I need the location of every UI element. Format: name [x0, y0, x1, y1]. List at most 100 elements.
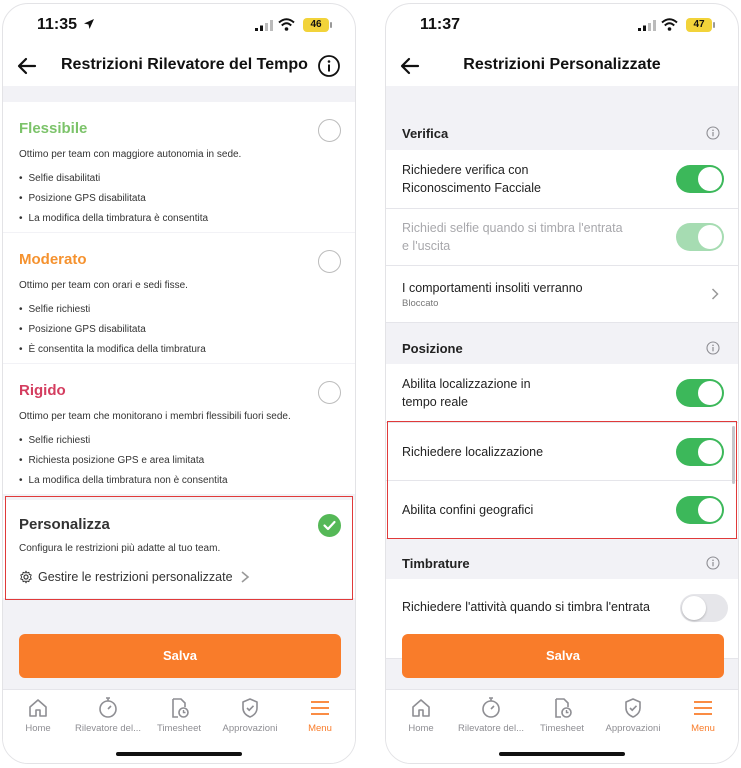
save-button[interactable]: Salva: [19, 634, 341, 678]
manage-custom-restrictions-link[interactable]: Gestire le restrizioni personalizzate: [19, 570, 251, 584]
left-screen: 11:35 46 Restrizioni Rilevatore del Temp…: [2, 3, 356, 764]
radio-moderato[interactable]: [318, 250, 341, 273]
hamburger-menu-icon: [311, 701, 329, 715]
tab-approvals[interactable]: Approvazioni: [215, 696, 285, 734]
info-icon[interactable]: [317, 54, 341, 78]
checkmark-icon: [323, 520, 336, 531]
selfie-toggle[interactable]: [676, 223, 724, 251]
nav-bar: Restrizioni Rilevatore del Tempo: [3, 46, 355, 86]
status-time: 11:35: [37, 16, 78, 33]
option-title: Flessibile: [19, 120, 88, 137]
bullet-item: È consentita la modifica della timbratur…: [19, 340, 206, 360]
status-bar: 11:37 47: [386, 4, 738, 46]
tab-approvals[interactable]: Approvazioni: [598, 696, 668, 734]
tab-timesheet[interactable]: Timesheet: [144, 696, 214, 734]
battery-icon: 47: [686, 18, 712, 32]
option-title: Rigido: [19, 382, 66, 399]
section-title: Timbrature: [402, 556, 470, 571]
hamburger-menu-icon: [694, 701, 712, 715]
toggle-knob: [698, 167, 722, 191]
option-moderato[interactable]: Moderato Ottimo per team con orari e sed…: [3, 233, 355, 363]
info-icon[interactable]: [706, 341, 720, 355]
status-bar: 11:35 46: [3, 4, 355, 46]
tab-label: Home: [408, 723, 434, 734]
bullet-item: Selfie richiesti: [19, 431, 228, 451]
tab-menu[interactable]: Menu: [285, 696, 355, 734]
radio-personalizza-checked[interactable]: [318, 514, 341, 537]
stopwatch-icon: [99, 697, 117, 718]
realtime-location-toggle[interactable]: [676, 379, 724, 407]
section-posizione: Posizione: [386, 327, 738, 367]
row-unusual-behavior[interactable]: I comportamenti insoliti verranno Blocca…: [386, 266, 738, 323]
option-rigido[interactable]: Rigido Ottimo per team che monitorano i …: [3, 364, 355, 494]
manage-link-label: Gestire le restrizioni personalizzate: [38, 570, 233, 584]
gear-icon: [20, 570, 32, 584]
chevron-right-icon: [241, 571, 249, 583]
toggle-knob: [698, 225, 722, 249]
wifi-icon: [661, 18, 678, 31]
timesheet-icon: [172, 698, 189, 718]
tab-time-tracker[interactable]: Rilevatore del...: [73, 696, 143, 734]
geofence-toggle[interactable]: [676, 496, 724, 524]
tab-bar: Home Rilevatore del... Timesheet Approva…: [3, 689, 355, 763]
battery-tip: [330, 22, 332, 28]
option-flessibile[interactable]: Flessibile Ottimo per team con maggiore …: [3, 102, 355, 232]
tab-label: Approvazioni: [605, 723, 661, 734]
section-timbrature: Timbrature: [386, 542, 738, 582]
cellular-signal-icon: [638, 20, 656, 31]
tab-label: Menu: [308, 723, 332, 734]
radio-flessibile[interactable]: [318, 119, 341, 142]
toggle-knob: [682, 596, 706, 620]
row-selfie-required: Richiedi selfie quando si timbra l'entra…: [386, 209, 738, 266]
info-icon[interactable]: [706, 126, 720, 140]
option-personalizza[interactable]: Personalizza Configura le restrizioni pi…: [3, 500, 355, 598]
activity-toggle[interactable]: [680, 594, 728, 622]
timesheet-icon: [555, 698, 572, 718]
toggle-knob: [698, 381, 722, 405]
require-location-toggle[interactable]: [676, 438, 724, 466]
save-button[interactable]: Salva: [402, 634, 724, 678]
row-realtime-location: Abilita localizzazione in tempo reale: [386, 364, 738, 423]
custom-restrictions-list: Verifica Richiedere verifica con Riconos…: [386, 86, 738, 689]
right-screen: 11:37 47 Restrizioni Personalizzate Veri…: [385, 3, 739, 764]
tab-label: Home: [25, 723, 51, 734]
tab-timesheet[interactable]: Timesheet: [527, 696, 597, 734]
tab-label: Rilevatore del...: [74, 723, 141, 734]
wifi-icon: [278, 18, 295, 31]
row-label: Abilita confini geografici: [402, 503, 534, 517]
tab-bar: Home Rilevatore del... Timesheet Approva…: [386, 689, 738, 763]
bullet-item: Posizione GPS disabilitata: [19, 320, 206, 340]
tab-time-tracker[interactable]: Rilevatore del...: [456, 696, 526, 734]
bullet-item: La modifica della timbratura è consentit…: [19, 209, 209, 229]
row-label-line2: tempo reale: [402, 395, 469, 409]
home-indicator: [116, 752, 242, 756]
bullet-item: Richiesta posizione GPS e area limitata: [19, 451, 228, 471]
home-indicator: [499, 752, 625, 756]
tab-home[interactable]: Home: [386, 696, 456, 734]
section-title: Posizione: [402, 341, 463, 356]
row-face-recognition: Richiedere verifica con Riconoscimento F…: [386, 150, 738, 209]
radio-rigido[interactable]: [318, 381, 341, 404]
chevron-right-icon[interactable]: [710, 287, 720, 301]
toggle-knob: [698, 498, 722, 522]
row-label-line1: Abilita localizzazione in: [402, 377, 531, 391]
tab-label: Timesheet: [157, 723, 201, 734]
option-bullets: Selfie richiesti Posizione GPS disabilit…: [19, 300, 206, 360]
toggle-knob: [698, 440, 722, 464]
row-require-location: Richiedere localizzazione: [386, 423, 738, 481]
row-label: I comportamenti insoliti verranno: [402, 281, 583, 295]
battery-tip: [713, 22, 715, 28]
row-geofence: Abilita confini geografici: [386, 481, 738, 539]
scrollbar[interactable]: [732, 426, 735, 484]
row-label-line1: Richiedere verifica con: [402, 163, 529, 177]
face-recognition-toggle[interactable]: [676, 165, 724, 193]
nav-bar: Restrizioni Personalizzate: [386, 46, 738, 86]
page-title: Restrizioni Rilevatore del Tempo: [61, 56, 308, 73]
option-bullets: Selfie richiesti Richiesta posizione GPS…: [19, 431, 228, 491]
section-title: Verifica: [402, 126, 449, 141]
back-arrow-icon[interactable]: [15, 54, 39, 78]
info-icon[interactable]: [706, 556, 720, 570]
bullet-item: La modifica della timbratura non è conse…: [19, 471, 228, 491]
tab-menu[interactable]: Menu: [668, 696, 738, 734]
tab-home[interactable]: Home: [3, 696, 73, 734]
